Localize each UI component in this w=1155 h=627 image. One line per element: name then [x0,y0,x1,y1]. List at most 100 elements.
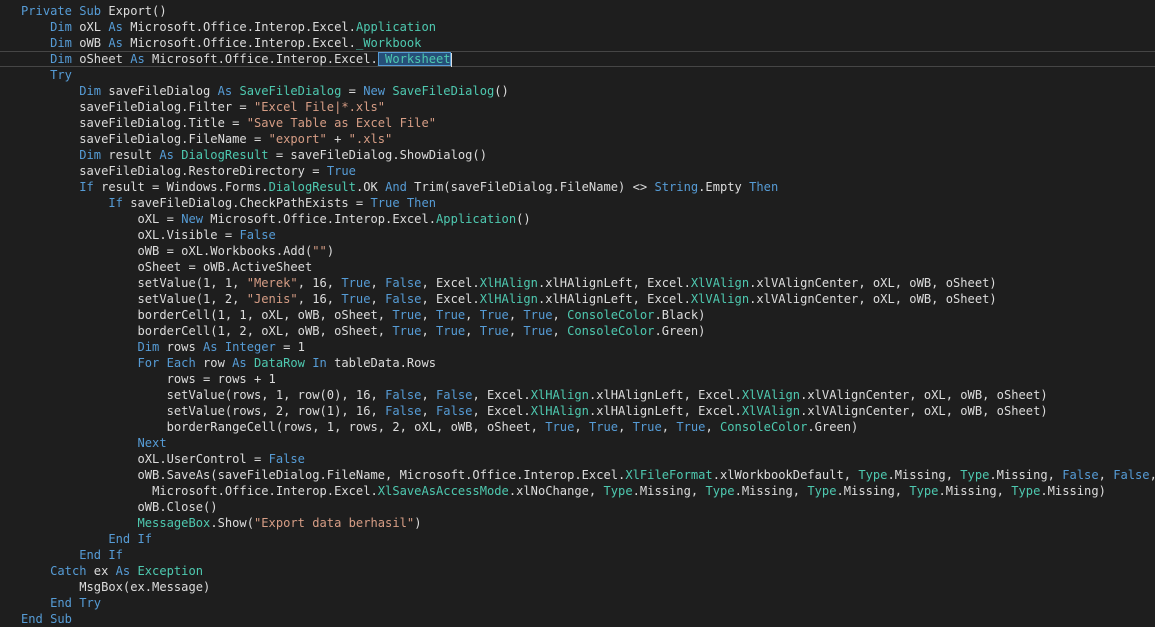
code-line[interactable]: saveFileDialog.RestoreDirectory = True [0,163,1155,179]
code-token: , [1150,468,1155,482]
code-token: Dim [79,84,102,98]
code-token: True [436,308,466,322]
code-editor[interactable]: Private Sub Export() Dim oXL As Microsof… [0,0,1155,627]
code-token: Then [749,180,779,194]
code-token: saveFileDialog [101,84,218,98]
code-token: False [385,388,422,402]
code-token: As [115,564,131,578]
code-token: .Missing, [836,484,910,498]
code-line[interactable]: Dim oXL As Microsoft.Office.Interop.Exce… [0,19,1155,35]
code-line[interactable]: MessageBox.Show("Export data berhasil") [0,515,1155,531]
code-token: Trim(saveFileDialog.FileName) <> [406,180,655,194]
code-line[interactable]: oXL = New Microsoft.Office.Interop.Excel… [0,211,1155,227]
code-token: , 16, [297,276,342,290]
code-line[interactable]: saveFileDialog.FileName = "export" + ".x… [0,131,1155,147]
code-token: "Excel File|*.xls" [254,100,386,114]
code-line[interactable]: saveFileDialog.Title = "Save Table as Ex… [0,115,1155,131]
code-lines: Private Sub Export() Dim oXL As Microsof… [0,3,1155,627]
code-line[interactable]: oSheet = oWB.ActiveSheet [0,259,1155,275]
code-line[interactable]: Dim rows As Integer = 1 [0,339,1155,355]
code-token: = saveFileDialog.ShowDialog() [268,148,487,162]
code-token: oWB = oXL.Workbooks.Add( [137,244,313,258]
code-token: , [508,308,524,322]
code-line[interactable]: Next [0,435,1155,451]
code-token: , [552,308,568,322]
code-token: Type [909,484,939,498]
code-line[interactable]: End Try [0,595,1155,611]
code-token: "Merek" [246,276,298,290]
code-line[interactable]: setValue(rows, 1, row(0), 16, False, Fal… [0,387,1155,403]
code-line[interactable]: rows = rows + 1 [0,371,1155,387]
code-token: setValue(rows, 1, row(0), 16, [166,388,386,402]
code-line[interactable]: borderRangeCell(rows, 1, rows, 2, oXL, o… [0,419,1155,435]
code-token: True [479,324,509,338]
code-token: True [392,308,422,322]
code-line[interactable]: End If [0,547,1155,563]
code-token: False [436,404,473,418]
code-line[interactable]: Private Sub Export() [0,3,1155,19]
code-line[interactable]: oWB = oXL.Workbooks.Add("") [0,243,1155,259]
code-token: Type [858,468,888,482]
code-line[interactable]: oWB.Close() [0,499,1155,515]
code-token: As [159,148,174,162]
code-token: SaveFileDialog [392,84,495,98]
code-token: DialogResult [181,148,269,162]
code-line[interactable]: If saveFileDialog.CheckPathExists = True… [0,195,1155,211]
code-token: .Green) [807,420,859,434]
code-token: .Show( [210,516,254,530]
code-line[interactable]: End Sub [0,611,1155,627]
code-token: For Each [137,356,196,370]
code-token: _Workbook [355,36,422,50]
code-line[interactable]: Dim saveFileDialog As SaveFileDialog = N… [0,83,1155,99]
code-line[interactable]: Dim oWB As Microsoft.Office.Interop.Exce… [0,35,1155,51]
code-token: False [436,388,473,402]
code-token: , [465,308,480,322]
code-line[interactable]: oWB.SaveAs(saveFileDialog.FileName, Micr… [0,467,1155,483]
code-line[interactable]: Try [0,67,1155,83]
code-line[interactable]: MsgBox(ex.Message) [0,579,1155,595]
code-line[interactable]: setValue(1, 1, "Merek", 16, True, False,… [0,275,1155,291]
code-token: ) [326,244,335,258]
code-line[interactable]: borderCell(1, 1, oXL, oWB, oSheet, True,… [0,307,1155,323]
text-caret [450,52,452,67]
code-token: End Sub [21,612,72,626]
code-line[interactable]: For Each row As DataRow In tableData.Row… [0,355,1155,371]
code-token: True [341,292,371,306]
code-line[interactable]: Catch ex As Exception [0,563,1155,579]
code-line[interactable]: Dim oSheet As Microsoft.Office.Interop.E… [0,51,1155,67]
code-token: Dim [50,36,72,50]
code-token: Application [355,20,437,34]
code-line[interactable]: oXL.Visible = False [0,227,1155,243]
code-token: saveFileDialog.CheckPathExists = [122,196,371,210]
code-line[interactable]: End If [0,531,1155,547]
code-line[interactable]: Dim result As DialogResult = saveFileDia… [0,147,1155,163]
code-token: saveFileDialog.FileName = [79,132,269,146]
code-line[interactable]: setValue(rows, 2, row(1), 16, False, Fal… [0,403,1155,419]
code-line[interactable]: Microsoft.Office.Interop.Excel.XlSaveAsA… [0,483,1155,499]
code-line[interactable]: setValue(1, 2, "Jenis", 16, True, False,… [0,291,1155,307]
code-token: ex [86,564,116,578]
code-token: False [385,292,422,306]
code-line[interactable]: oXL.UserControl = False [0,451,1155,467]
code-line[interactable]: If result = Windows.Forms.DialogResult.O… [0,179,1155,195]
code-line[interactable]: borderCell(1, 2, oXL, oWB, oSheet, True,… [0,323,1155,339]
code-line[interactable]: saveFileDialog.Filter = "Excel File|*.xl… [0,99,1155,115]
code-token: .Missing, [938,484,1012,498]
code-token: True [545,420,575,434]
code-token: Application [436,212,517,226]
